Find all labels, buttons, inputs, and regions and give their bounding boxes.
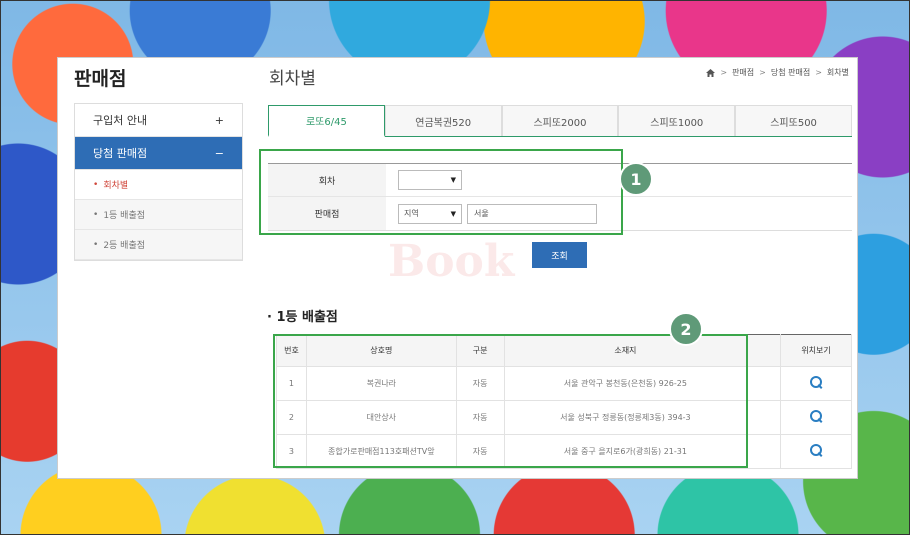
tab-pension520[interactable]: 연금복권520 <box>384 105 502 136</box>
results-title: · 1등 배출점 <box>267 310 338 325</box>
home-icon[interactable] <box>706 68 716 77</box>
sidebar-item-label: 당첨 판매점 <box>93 147 148 160</box>
cell-empty <box>746 400 782 435</box>
sidebar-subitem-first-prize[interactable]: • 1등 배출점 <box>75 200 242 230</box>
search-icon[interactable] <box>809 410 823 423</box>
lottery-tabs: 로또6/45 연금복권520 스피또2000 스피또1000 스피또500 <box>268 105 852 137</box>
main-panel: 판매점 구입처 안내 + 당첨 판매점 − • 회차별 • 1등 배출점 • 2… <box>57 57 858 479</box>
chevron-right-icon: > <box>720 68 728 77</box>
watermark: Book <box>388 236 515 287</box>
callout-box-1 <box>259 149 623 235</box>
cell-location <box>780 366 852 401</box>
tab-lotto645[interactable]: 로또6/45 <box>268 105 385 137</box>
sidebar-menu: 구입처 안내 + 당첨 판매점 − • 회차별 • 1등 배출점 • 2등 배출… <box>74 103 243 261</box>
breadcrumb-item[interactable]: 당첨 판매점 <box>771 67 810 78</box>
cell-empty <box>746 434 782 469</box>
column-header: 위치보기 <box>780 334 852 367</box>
plus-icon: + <box>214 113 224 127</box>
search-icon[interactable] <box>809 376 823 389</box>
bullet-icon: • <box>93 239 99 250</box>
callout-badge-2: 2 <box>669 312 703 346</box>
tab-speetto500[interactable]: 스피또500 <box>735 105 852 136</box>
sidebar-title: 판매점 <box>74 68 127 90</box>
chevron-right-icon: > <box>759 68 766 77</box>
breadcrumb-item[interactable]: 판매점 <box>732 67 754 78</box>
sidebar-subitem-label: 2등 배출점 <box>103 241 146 251</box>
sidebar-subitem-label: 1등 배출점 <box>103 211 146 221</box>
cell-empty <box>746 366 782 401</box>
minus-icon: − <box>214 146 224 160</box>
cell-location <box>780 434 852 469</box>
column-header <box>746 334 782 367</box>
tab-speetto1000[interactable]: 스피또1000 <box>618 105 736 136</box>
callout-box-2 <box>273 334 748 468</box>
tab-speetto2000[interactable]: 스피또2000 <box>501 105 619 136</box>
sidebar-item-winning-stores[interactable]: 당첨 판매점 − <box>75 137 242 170</box>
search-button[interactable]: 조회 <box>532 242 587 268</box>
bullet-icon: • <box>93 209 99 220</box>
bullet-icon: • <box>93 179 99 190</box>
cell-location <box>780 400 852 435</box>
breadcrumb: > 판매점 > 당첨 판매점 > 회차별 <box>706 67 849 78</box>
breadcrumb-item: 회차별 <box>826 68 849 77</box>
sidebar-subitem-by-round[interactable]: • 회차별 <box>75 170 242 200</box>
callout-badge-1: 1 <box>619 162 653 196</box>
sidebar-item-purchase-guide[interactable]: 구입처 안내 + <box>75 104 242 137</box>
page-title: 회차별 <box>269 69 316 89</box>
search-icon[interactable] <box>809 444 823 457</box>
sidebar-subitem-second-prize[interactable]: • 2등 배출점 <box>75 230 242 260</box>
chevron-right-icon: > <box>815 68 822 77</box>
sidebar-subitem-label: 회차별 <box>103 181 129 191</box>
sidebar-item-label: 구입처 안내 <box>93 114 148 127</box>
